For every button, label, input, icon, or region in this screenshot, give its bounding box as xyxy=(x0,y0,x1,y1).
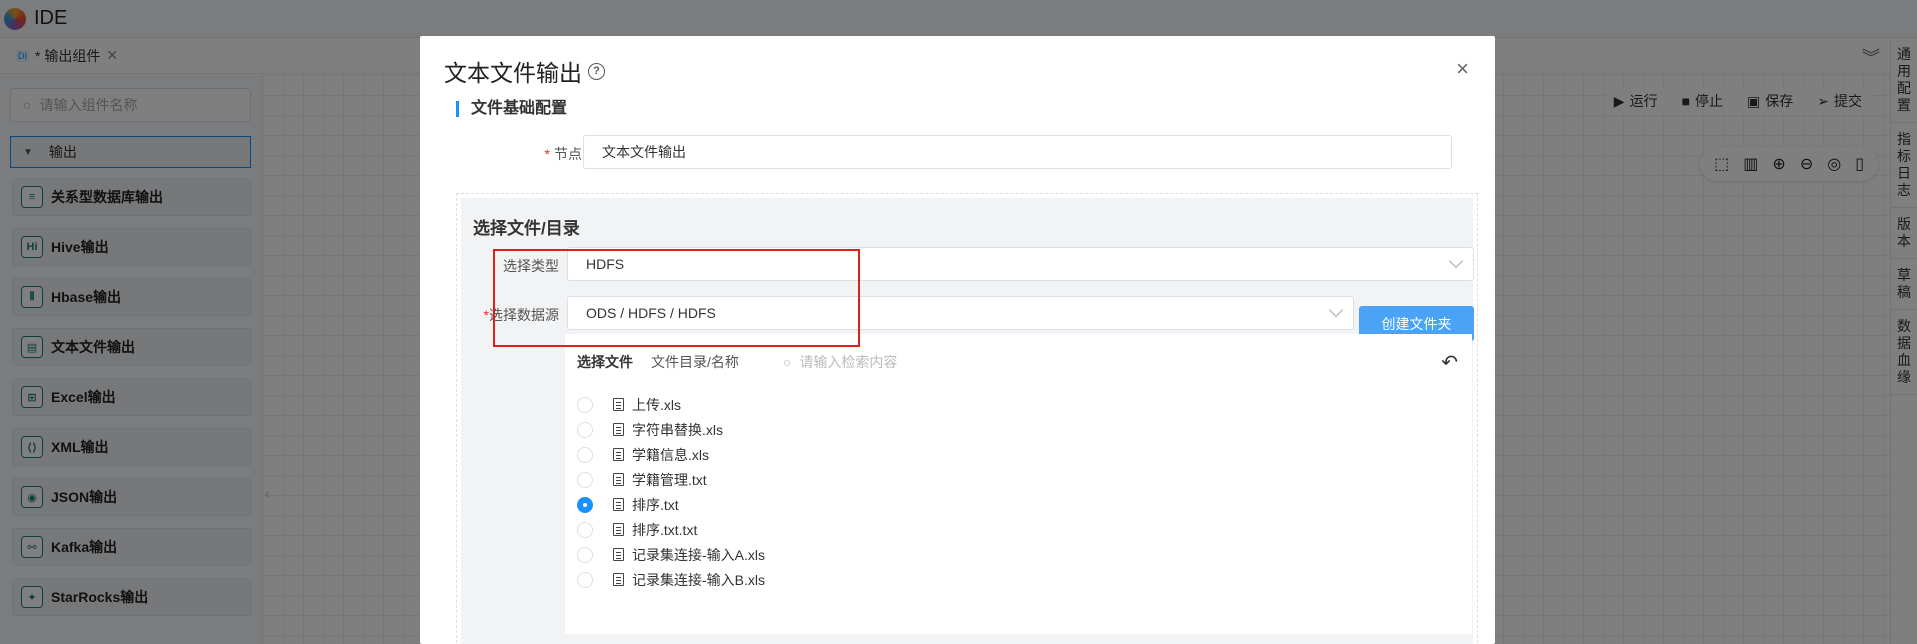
dir-name-header: 文件目录/名称 xyxy=(651,354,739,370)
file-icon xyxy=(613,448,624,461)
file-row[interactable]: 学籍信息.xls xyxy=(577,442,765,467)
file-name: 上传.xls xyxy=(632,396,681,413)
node-name-input[interactable]: 文本文件输出 xyxy=(583,135,1452,169)
section-basic-config: 文件基础配置 xyxy=(456,101,567,117)
file-row[interactable]: 排序.txt xyxy=(577,492,765,517)
undo-icon[interactable]: ↶ xyxy=(1441,350,1458,375)
file-radio[interactable] xyxy=(577,446,593,463)
file-row[interactable]: 记录集连接-输入B.xls xyxy=(577,567,765,592)
file-search[interactable]: ○ xyxy=(782,354,1000,370)
chevron-down-icon xyxy=(1328,302,1344,318)
file-row[interactable]: 学籍管理.txt xyxy=(577,467,765,492)
chevron-down-icon xyxy=(1448,253,1464,269)
dialog-title: 文本文件输出 ? xyxy=(444,54,605,88)
file-radio[interactable] xyxy=(577,546,593,563)
file-icon xyxy=(613,548,624,561)
file-icon xyxy=(613,473,624,486)
file-icon xyxy=(613,498,624,511)
file-name: 学籍管理.txt xyxy=(632,471,707,488)
file-icon xyxy=(613,573,624,586)
file-radio[interactable] xyxy=(577,471,593,488)
file-name: 学籍信息.xls xyxy=(632,446,709,463)
file-row[interactable]: 字符串替换.xls xyxy=(577,417,765,442)
file-icon xyxy=(613,423,624,436)
file-radio[interactable] xyxy=(577,396,593,413)
section-file-title: 选择文件/目录 xyxy=(473,219,580,238)
file-search-input[interactable] xyxy=(799,354,1000,370)
file-browser-panel: 选择文件 文件目录/名称 ○ ↶ 上传.xls 字符串替换.xls 学籍信息.xls… xyxy=(565,334,1472,634)
file-icon xyxy=(613,398,624,411)
file-radio[interactable] xyxy=(577,571,593,588)
annotation-highlight-box xyxy=(493,249,860,347)
file-name: 记录集连接-输入A.xls xyxy=(632,546,765,563)
select-file-header: 选择文件 xyxy=(577,354,633,370)
file-radio[interactable] xyxy=(577,421,593,438)
file-list: 上传.xls 字符串替换.xls 学籍信息.xls 学籍管理.txt 排序.txt 排序.… xyxy=(577,392,765,592)
file-name: 排序.txt.txt xyxy=(632,521,698,538)
file-row[interactable]: 上传.xls xyxy=(577,392,765,417)
file-name: 字符串替换.xls xyxy=(632,421,723,438)
file-radio[interactable] xyxy=(577,496,593,513)
file-name: 记录集连接-输入B.xls xyxy=(632,571,765,588)
close-icon[interactable]: × xyxy=(1456,56,1469,82)
file-row[interactable]: 记录集连接-输入A.xls xyxy=(577,542,765,567)
file-row[interactable]: 排序.txt.txt xyxy=(577,517,765,542)
search-icon: ○ xyxy=(782,354,792,370)
file-icon xyxy=(613,523,624,536)
file-radio[interactable] xyxy=(577,521,593,538)
dialog-title-text: 文本文件输出 xyxy=(444,60,582,86)
help-icon[interactable]: ? xyxy=(588,62,605,80)
file-name: 排序.txt xyxy=(632,496,679,513)
